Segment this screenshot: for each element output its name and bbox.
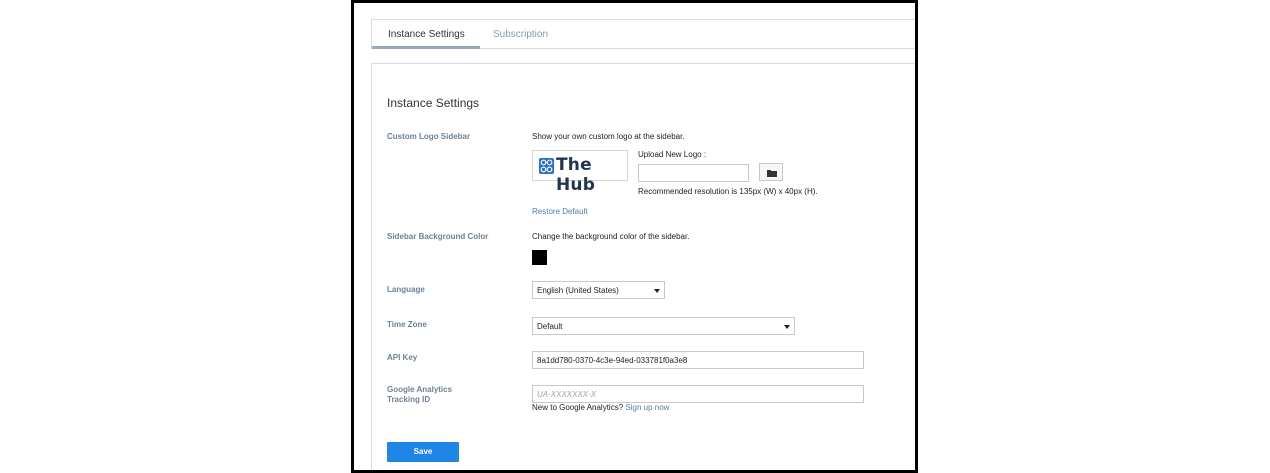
restore-default-link[interactable]: Restore Default [532,207,588,217]
signup-link[interactable]: Sign up now [625,403,669,412]
settings-frame: Instance Settings Subscription Instance … [351,0,918,473]
timezone-select[interactable]: Default [532,317,795,335]
tab-instance-settings[interactable]: Instance Settings [388,29,465,40]
timezone-label: Time Zone [387,320,427,329]
hub-logo-icon [539,158,554,174]
tab-subscription[interactable]: Subscription [493,29,548,40]
analytics-label: Google Analytics Tracking ID [387,385,453,404]
language-select[interactable]: English (United States) [532,281,665,299]
logo-preview: The Hub [532,150,628,195]
language-label: Language [387,285,425,294]
chevron-down-icon [784,325,790,329]
logo-resolution-hint: Recommended resolution is 135px (W) x 40… [638,187,818,196]
upload-logo-input[interactable] [638,164,749,182]
save-button[interactable]: Save [387,442,459,462]
chevron-down-icon [654,289,660,293]
folder-icon [767,170,777,177]
api-key-label: API Key [387,353,418,362]
analytics-prompt: New to Google Analytics? [532,403,624,412]
custom-logo-label: Custom Logo Sidebar [387,132,471,141]
tab-bar: Instance Settings Subscription [371,19,915,49]
custom-logo-description: Show your own custom logo at the sidebar… [532,132,685,141]
page-title: Instance Settings [387,96,480,110]
upload-logo-label: Upload New Logo : [638,150,707,159]
tracking-id-placeholder: UA-XXXXXXX-X [537,390,597,399]
logo-text: The Hub [556,155,596,195]
sidebar-color-description: Change the background color of the sideb… [532,232,690,241]
browse-file-button[interactable] [759,163,783,181]
api-key-value: 8a1dd780-0370-4c3e-94ed-033781f0a3e8 [537,356,688,365]
language-value: English (United States) [537,286,619,295]
timezone-value: Default [537,322,563,331]
tracking-id-field[interactable]: UA-XXXXXXX-X [532,385,864,403]
active-tab-indicator [372,46,480,49]
settings-panel: Instance Settings Custom Logo Sidebar Sh… [371,63,915,470]
api-key-field[interactable]: 8a1dd780-0370-4c3e-94ed-033781f0a3e8 [532,351,864,369]
analytics-signup-line: New to Google Analytics? Sign up now [532,403,669,413]
sidebar-color-label: Sidebar Background Color [387,232,489,241]
color-picker-swatch[interactable] [532,250,547,265]
